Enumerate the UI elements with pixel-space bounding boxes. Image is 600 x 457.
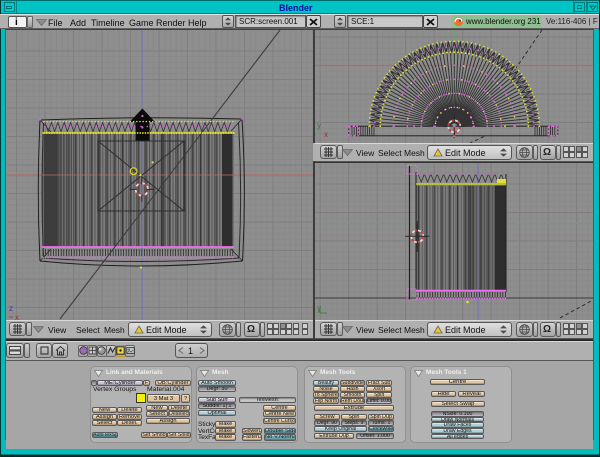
svg-text:z: z	[9, 304, 13, 313]
svg-text:x: x	[324, 130, 328, 139]
svg-text:y: y	[317, 121, 321, 130]
svg-text:x: x	[15, 313, 19, 320]
